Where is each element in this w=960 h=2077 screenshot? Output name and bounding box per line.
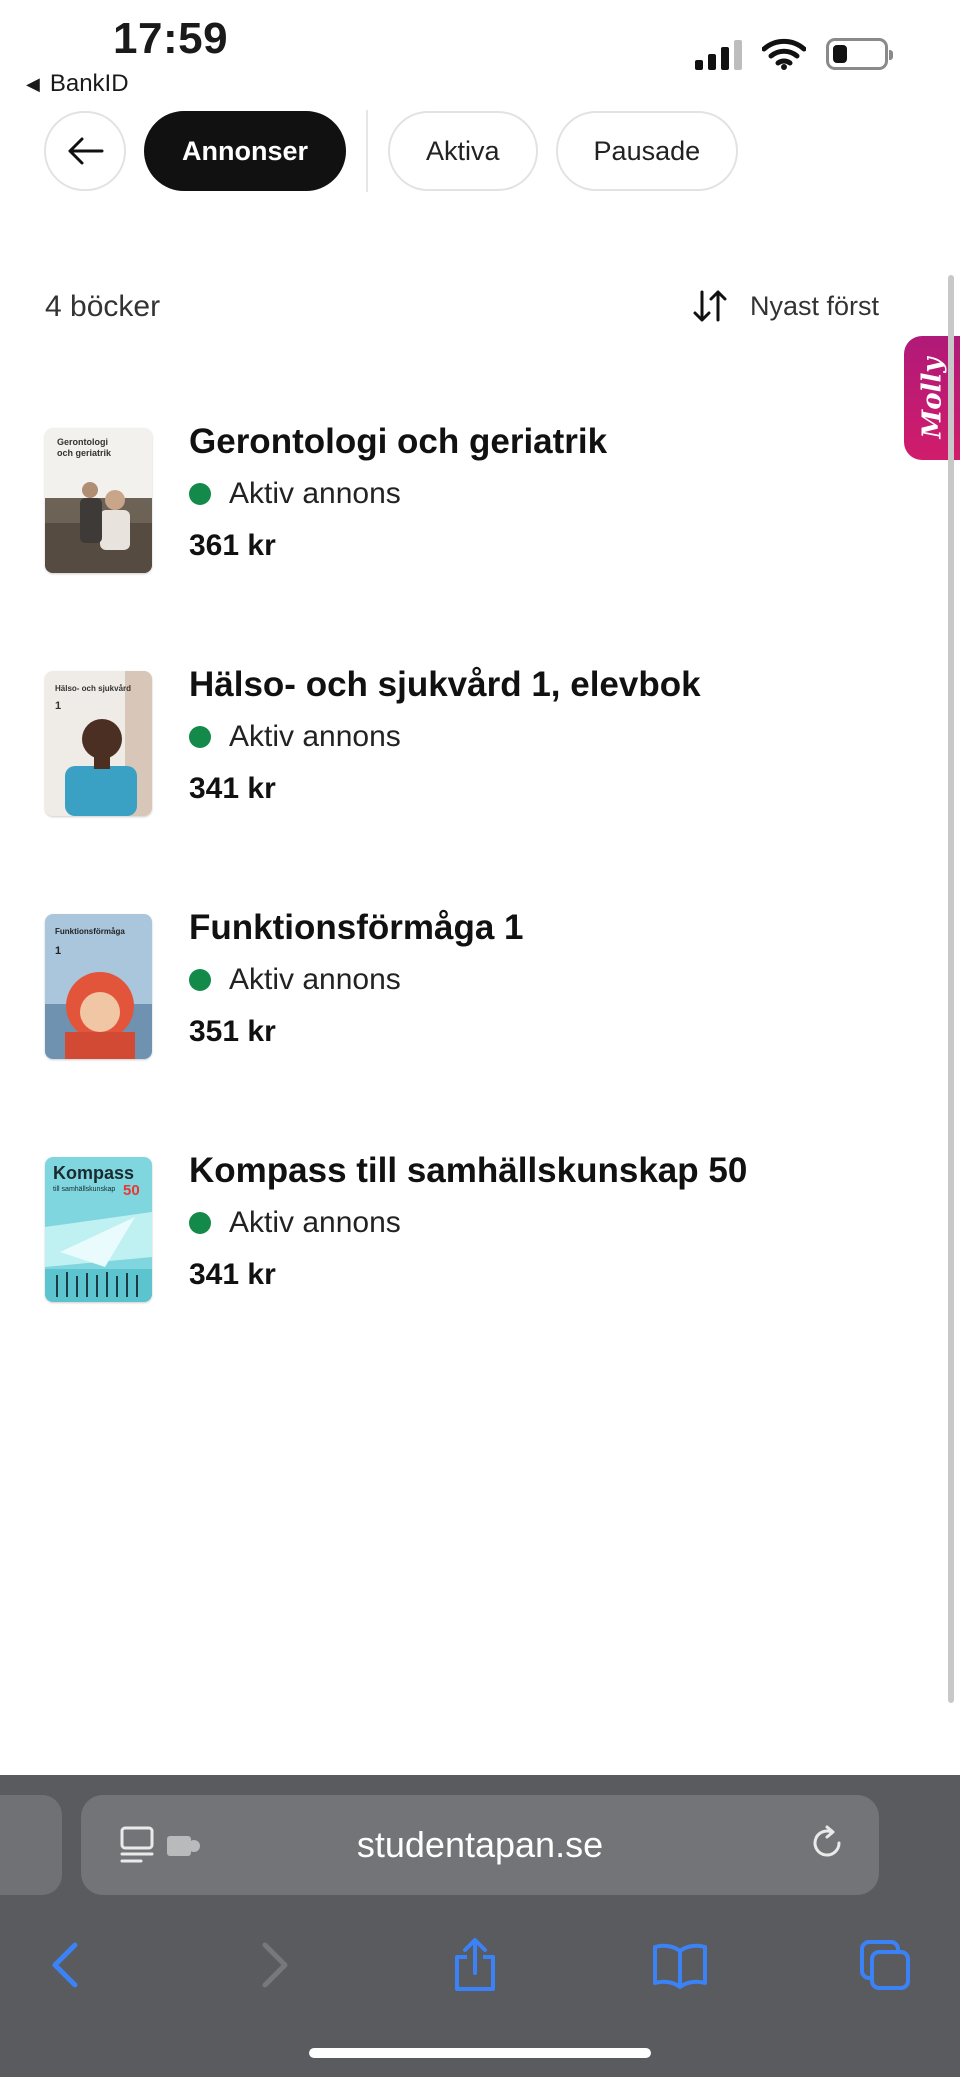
battery-icon: [826, 38, 893, 70]
cover-title: Kompass: [53, 1163, 134, 1183]
status-dot-icon: [189, 969, 211, 991]
book-info: Kompass till samhällskunskap 50 Aktiv an…: [189, 1149, 747, 1295]
status-label: Aktiv annons: [229, 1206, 401, 1239]
book-title[interactable]: Gerontologi och geriatrik: [189, 420, 607, 464]
chevron-left-icon: [52, 1942, 78, 1988]
scrollbar[interactable]: [948, 275, 954, 1703]
book-price: 341 kr: [189, 772, 276, 805]
book-price: 351 kr: [189, 1015, 276, 1048]
book-status: Aktiv annons: [189, 474, 607, 514]
chevron-right-icon: [262, 1942, 288, 1988]
tabs-icon: [860, 1940, 910, 1990]
list-item[interactable]: Kompass till samhällskunskap 50 Kompass …: [45, 1149, 885, 1392]
filter-annonser[interactable]: Annonser: [144, 111, 347, 191]
book-status: Aktiv annons: [189, 717, 701, 757]
arrow-left-icon: [68, 137, 104, 165]
cover-image: Kompass till samhällskunskap 50: [45, 1157, 152, 1302]
cover-number: 1: [55, 945, 61, 957]
url-text: studentapan.se: [356, 1824, 604, 1865]
tabs-button[interactable]: [855, 1935, 915, 1995]
book-cover: Hälso- och sjukvård 1: [45, 671, 152, 816]
status-label: Aktiv annons: [229, 720, 401, 753]
book-price: 361 kr: [189, 529, 276, 562]
cover-title-line-1: Gerontologi: [57, 437, 108, 447]
book-count: 4 böcker: [45, 290, 161, 323]
list-item[interactable]: Funktionsförmåga 1 Funktionsförmåga 1 Ak…: [45, 906, 885, 1149]
book-cover: Funktionsförmåga 1: [45, 914, 152, 1059]
status-dot-icon: [189, 483, 211, 505]
cover-image: Funktionsförmåga 1: [45, 914, 152, 1059]
browser-toolbar: [0, 1915, 960, 2025]
status-dot-icon: [189, 726, 211, 748]
status-dot-icon: [189, 1212, 211, 1234]
molly-label: Molly: [917, 357, 948, 439]
cover-number: 1: [55, 700, 61, 712]
page-menu-button[interactable]: [119, 1825, 201, 1865]
sort-arrows-icon: [693, 290, 727, 322]
status-bar: 17:59 ◀ BankID: [0, 0, 960, 100]
cover-subtitle: till samhällskunskap: [53, 1186, 115, 1193]
book-cover: Gerontologi och geriatrik: [45, 428, 152, 573]
book-status: Aktiv annons: [189, 1203, 747, 1243]
book-info: Gerontologi och geriatrik Aktiv annons 3…: [189, 420, 607, 566]
book-title[interactable]: Hälso- och sjukvård 1, elevbok: [189, 663, 701, 707]
back-to-app-link[interactable]: ◀ BankID: [26, 70, 129, 98]
book-info: Hälso- och sjukvård 1, elevbok Aktiv ann…: [189, 663, 701, 809]
address-bar[interactable]: studentapan.se: [81, 1795, 879, 1895]
cover-image: Gerontologi och geriatrik: [45, 428, 152, 573]
book-open-icon: [653, 1943, 707, 1989]
filter-divider: [366, 110, 369, 192]
book-title[interactable]: Funktionsförmåga 1: [189, 906, 523, 950]
back-triangle-icon: ◀: [26, 73, 40, 94]
status-time: 17:59: [113, 14, 229, 63]
book-cover: Kompass till samhällskunskap 50: [45, 1157, 152, 1302]
page-format-icon: [120, 1826, 154, 1863]
book-title[interactable]: Kompass till samhällskunskap 50: [189, 1149, 747, 1193]
previous-tab-preview[interactable]: [0, 1795, 62, 1895]
filter-bar: Annonser Aktiva Pausade: [44, 110, 739, 192]
bookmarks-button[interactable]: [650, 1935, 710, 1995]
home-indicator: [309, 2048, 651, 2058]
cover-title: Funktionsförmåga: [55, 927, 125, 936]
browser-bar: studentapan.se: [0, 1775, 960, 2077]
back-app-label: BankID: [49, 70, 129, 97]
wifi-icon: [762, 38, 806, 70]
reload-icon[interactable]: [805, 1821, 849, 1865]
status-label: Aktiv annons: [229, 963, 401, 996]
filter-pausade[interactable]: Pausade: [555, 111, 739, 191]
book-info: Funktionsförmåga 1 Aktiv annons 351 kr: [189, 906, 523, 1052]
status-icons: [695, 38, 893, 70]
browser-forward-button[interactable]: [244, 1935, 304, 1995]
sort-button[interactable]: Nyast först: [692, 288, 879, 324]
list-item[interactable]: Hälso- och sjukvård 1 Hälso- och sjukvår…: [45, 663, 885, 906]
extension-puzzle-icon: [167, 1836, 200, 1856]
book-status: Aktiv annons: [189, 960, 523, 1000]
filter-aktiva[interactable]: Aktiva: [388, 111, 538, 191]
status-label: Aktiv annons: [229, 477, 401, 510]
book-list: Gerontologi och geriatrik Gerontologi oc…: [45, 420, 885, 1392]
cover-image: Hälso- och sjukvård 1: [45, 671, 152, 816]
sort-label: Nyast först: [749, 290, 879, 321]
cover-title-line-2: och geriatrik: [57, 448, 112, 458]
cellular-signal-icon: [695, 38, 742, 70]
back-button[interactable]: [44, 111, 126, 191]
list-item[interactable]: Gerontologi och geriatrik Gerontologi oc…: [45, 420, 885, 663]
share-icon: [455, 1938, 495, 1991]
cover-number: 50: [123, 1182, 140, 1199]
cover-title: Hälso- och sjukvård: [55, 684, 131, 693]
book-price: 341 kr: [189, 1258, 276, 1291]
share-button[interactable]: [445, 1935, 505, 1995]
browser-back-button[interactable]: [36, 1935, 96, 1995]
